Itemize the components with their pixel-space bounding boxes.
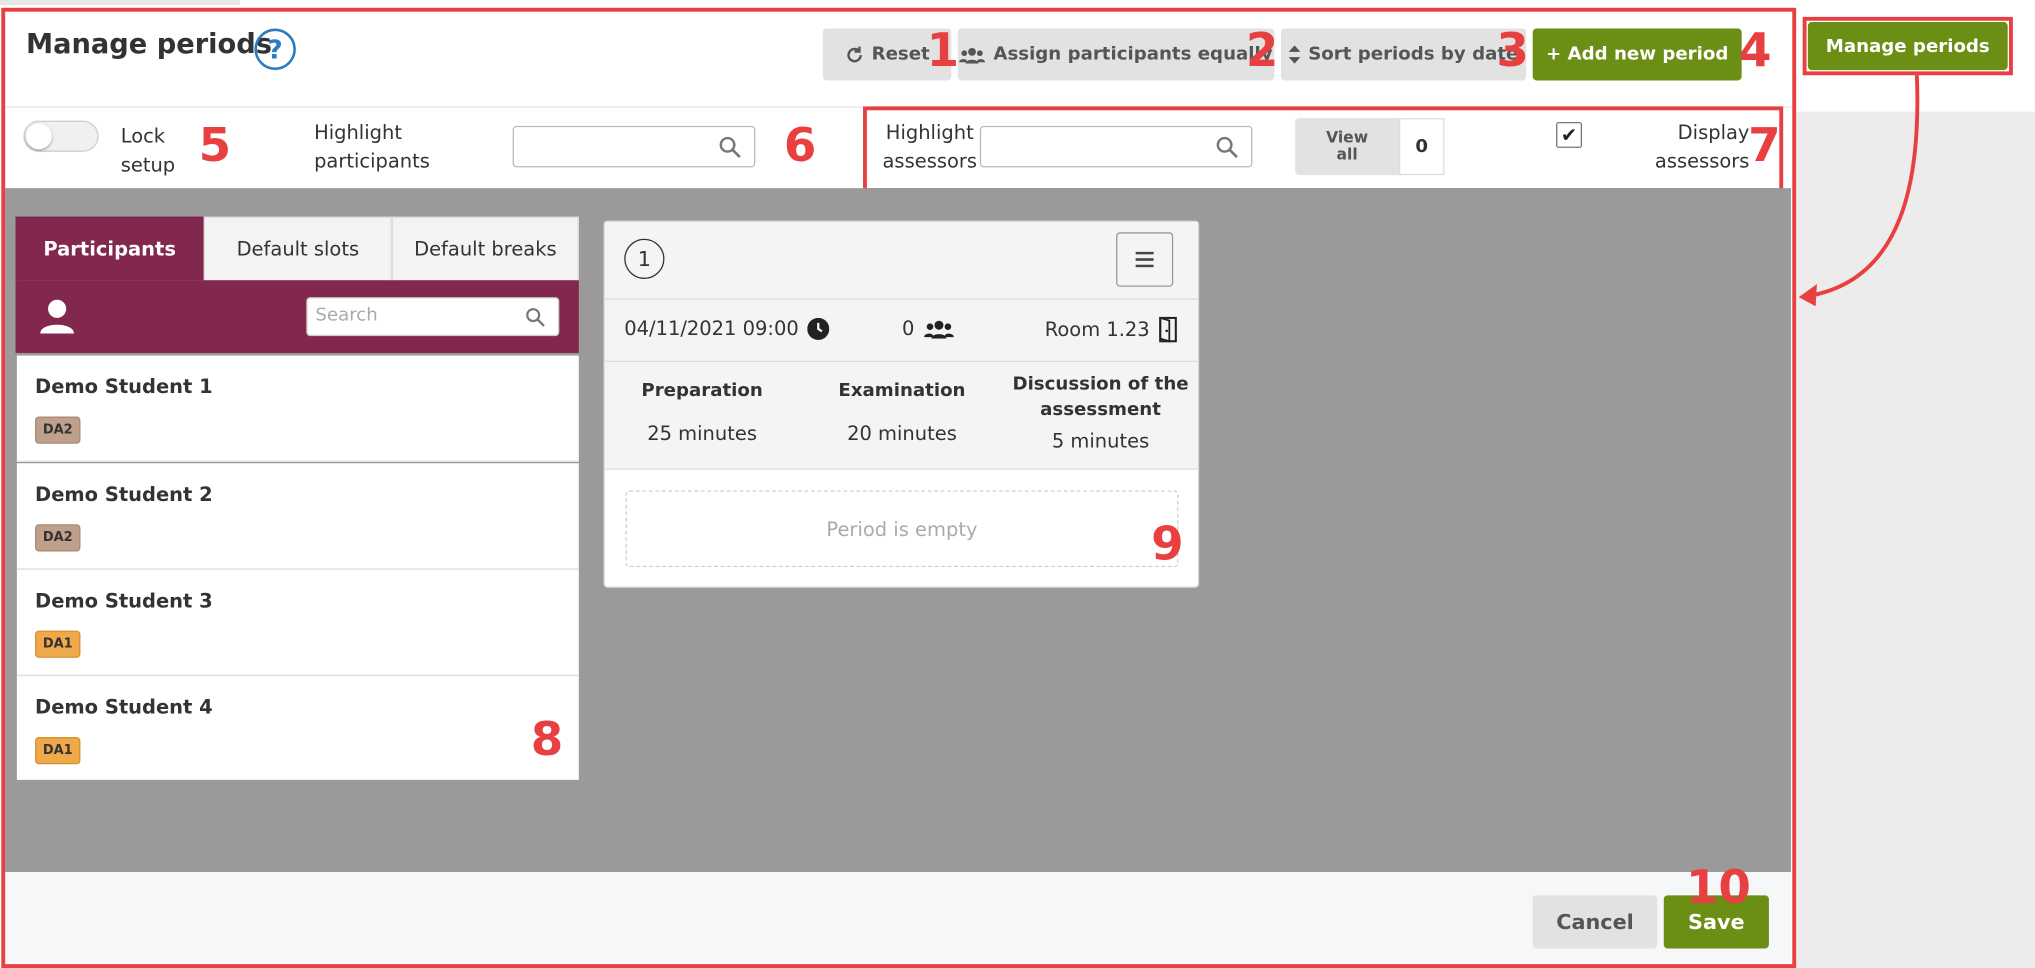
annotation-number: 10 <box>1685 861 1751 915</box>
top-strip <box>0 0 241 6</box>
annotation-number: 2 <box>1245 24 1279 78</box>
annotation-number: 8 <box>530 713 564 767</box>
annotation-number: 7 <box>1748 119 1781 173</box>
main-highlight-frame <box>1 7 1797 968</box>
annotation-arrow <box>1798 75 1920 307</box>
annotation-number: 1 <box>926 24 960 78</box>
annotation-number: 3 <box>1496 24 1529 78</box>
annotation-number: 9 <box>1151 517 1184 571</box>
annotation-number: 4 <box>1739 24 1772 78</box>
annotation-number: 5 <box>198 119 232 173</box>
manage-periods-button[interactable]: Manage periods <box>1807 22 2008 71</box>
annotation-number: 6 <box>783 119 817 173</box>
